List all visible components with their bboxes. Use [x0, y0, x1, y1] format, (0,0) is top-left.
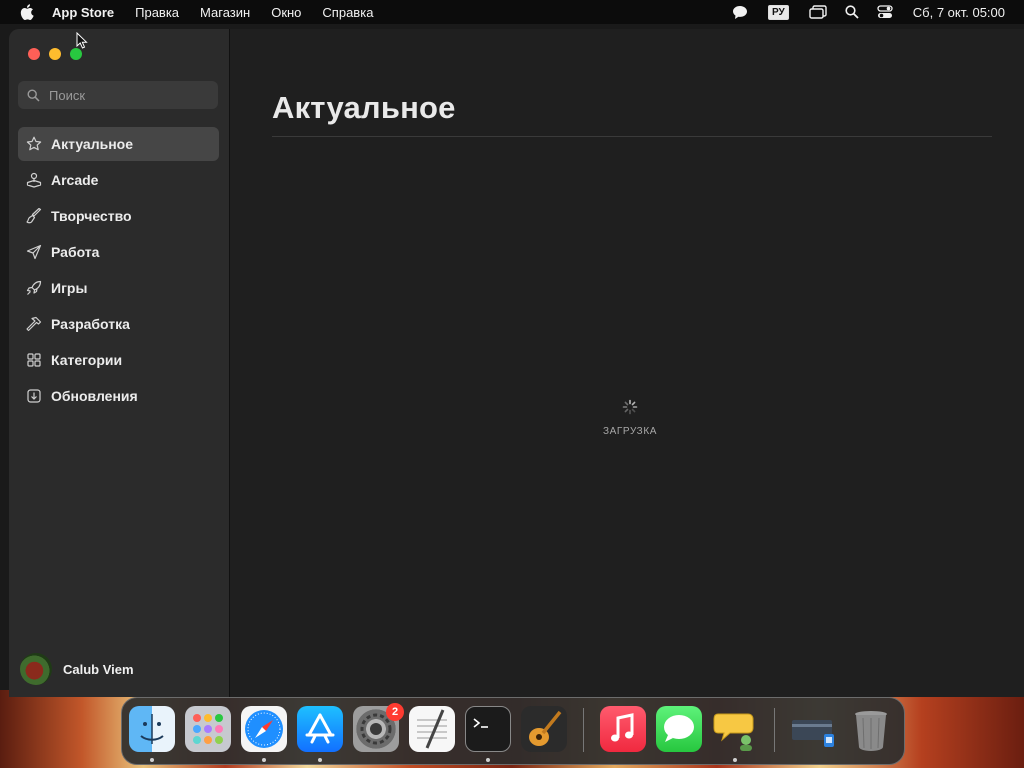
running-indicator: [262, 758, 266, 762]
music-note-icon: [611, 713, 634, 742]
dock-app-store[interactable]: [297, 706, 343, 752]
dock-chat[interactable]: [712, 706, 758, 752]
sidebar-item-label: Работа: [51, 244, 100, 260]
spinner-icon: [622, 399, 638, 415]
dock-launchpad[interactable]: [185, 706, 231, 752]
speech-bubble-icon: [664, 715, 694, 742]
running-indicator: [150, 758, 154, 762]
hammer-icon: [26, 316, 42, 332]
dock-safari[interactable]: [241, 706, 287, 752]
dock-separator: [583, 708, 584, 752]
grid-icon: [26, 352, 42, 368]
sidebar-item-label: Игры: [51, 280, 88, 296]
avatar: [20, 653, 52, 685]
window-switcher-icon[interactable]: [809, 5, 827, 19]
sidebar-item-label: Творчество: [51, 208, 132, 224]
mouse-cursor-icon: [76, 32, 88, 49]
running-indicator: [486, 758, 490, 762]
sidebar: Поиск Актуальное Arcade Творчество Работ…: [9, 29, 230, 697]
menu-app-name[interactable]: App Store: [52, 5, 114, 20]
dock-downloads-stack[interactable]: [790, 706, 836, 752]
dock-messages[interactable]: [656, 706, 702, 752]
sidebar-item-work[interactable]: Работа: [18, 235, 219, 269]
notification-badge: 2: [386, 703, 404, 721]
sidebar-item-discover[interactable]: Актуальное: [18, 127, 219, 161]
sidebar-item-label: Категории: [51, 352, 123, 368]
dock-music[interactable]: [600, 706, 646, 752]
safari-compass-icon: [245, 710, 283, 748]
menu-edit[interactable]: Правка: [135, 5, 179, 20]
page-title: Актуальное: [272, 90, 456, 125]
downloads-folder-icon: [792, 720, 834, 747]
paper-plane-icon: [26, 244, 42, 260]
launchpad-grid-icon: [193, 714, 223, 744]
title-divider: [272, 136, 992, 137]
app-store-window: Поиск Актуальное Arcade Творчество Работ…: [9, 29, 1024, 697]
minimize-window-button[interactable]: [49, 48, 61, 60]
sidebar-item-games[interactable]: Игры: [18, 271, 219, 305]
app-store-a-icon: [305, 713, 335, 744]
search-placeholder: Поиск: [49, 87, 86, 103]
finder-face-icon: [140, 714, 164, 744]
trash-bin-icon: [855, 711, 887, 751]
loading-text: ЗАГРУЗКА: [602, 426, 658, 437]
search-icon: [27, 88, 40, 102]
user-name: Calub Viem: [63, 661, 134, 677]
textedit-page-icon: [417, 709, 447, 749]
menu-bar: App Store Правка Магазин Окно Справка РУ…: [0, 0, 1024, 24]
sidebar-item-categories[interactable]: Категории: [18, 343, 219, 377]
sidebar-item-label: Обновления: [51, 388, 138, 404]
menu-help[interactable]: Справка: [322, 5, 373, 20]
input-language-indicator[interactable]: РУ: [768, 4, 789, 20]
guitar-icon: [529, 710, 562, 746]
sidebar-item-updates[interactable]: Обновления: [18, 379, 219, 413]
rocket-icon: [26, 280, 42, 296]
chat-bubble-icon[interactable]: [732, 5, 748, 20]
loading-indicator: ЗАГРУЗКА: [590, 399, 670, 437]
menu-store[interactable]: Магазин: [200, 5, 250, 20]
account-button[interactable]: Calub Viem: [20, 653, 134, 685]
dock-textedit[interactable]: [409, 706, 455, 752]
sidebar-item-label: Актуальное: [51, 136, 134, 152]
terminal-prompt-icon: [473, 718, 488, 728]
menu-clock[interactable]: Сб, 7 окт. 05:00: [913, 5, 1005, 20]
sidebar-item-label: Arcade: [51, 172, 99, 188]
sidebar-item-develop[interactable]: Разработка: [18, 307, 219, 341]
sidebar-nav: Актуальное Arcade Творчество Работа Игры…: [18, 127, 219, 415]
dock-separator: [774, 708, 775, 752]
main-content: Актуальное ЗАГРУЗКА: [230, 29, 1024, 697]
search-field[interactable]: Поиск: [18, 81, 218, 109]
running-indicator: [318, 758, 322, 762]
joystick-icon: [26, 172, 42, 188]
star-icon: [26, 136, 42, 152]
dock-terminal[interactable]: [465, 706, 511, 752]
running-indicator: [733, 758, 737, 762]
dock-garageband[interactable]: [521, 706, 567, 752]
chat-person-icon: [713, 713, 754, 751]
sidebar-item-create[interactable]: Творчество: [18, 199, 219, 233]
menu-window[interactable]: Окно: [271, 5, 301, 20]
dock-trash[interactable]: [848, 706, 894, 752]
spotlight-search-icon[interactable]: [845, 5, 859, 19]
apple-menu-icon[interactable]: [20, 4, 34, 20]
dock: 2: [121, 697, 905, 765]
close-window-button[interactable]: [28, 48, 40, 60]
download-icon: [26, 388, 42, 404]
brush-icon: [26, 208, 42, 224]
dock-finder[interactable]: [129, 706, 175, 752]
sidebar-item-label: Разработка: [51, 316, 130, 332]
control-center-icon[interactable]: [877, 5, 893, 19]
sidebar-item-arcade[interactable]: Arcade: [18, 163, 219, 197]
